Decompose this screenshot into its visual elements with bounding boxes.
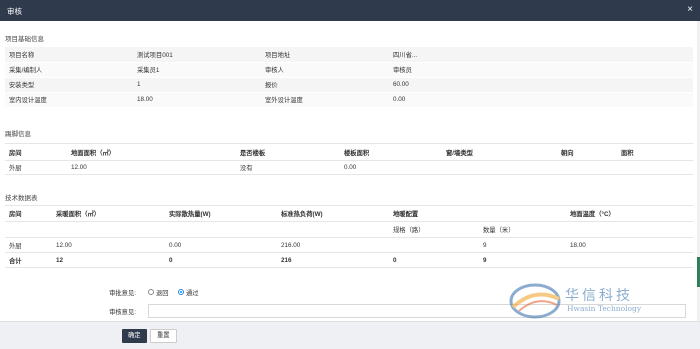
column-header: 房间 bbox=[5, 205, 52, 222]
table-cell: 0.00 bbox=[340, 160, 442, 175]
confirm-button[interactable]: 确定 bbox=[122, 329, 147, 343]
table-cell: 外厨 bbox=[5, 237, 52, 253]
field-label: 室内设计温度 bbox=[5, 92, 133, 108]
column-subheader: 数量（米） bbox=[479, 221, 566, 238]
table-cell: 没有 bbox=[236, 160, 340, 175]
field-value: 1 bbox=[133, 77, 261, 93]
review-comment-label: 审核意见: bbox=[109, 309, 136, 316]
total-cell: 9 bbox=[479, 252, 566, 268]
room-info-table: 房间 地面面积（㎡） 是否楼板 楼板面积 窗/墙类型 朝向 面积 外厨 12.00 没有 0.00 bbox=[5, 143, 693, 175]
table-header-row: 房间 地面面积（㎡） 是否楼板 楼板面积 窗/墙类型 朝向 面积 bbox=[5, 143, 693, 161]
basic-info-title: 项目基础信息 bbox=[5, 36, 44, 43]
total-cell bbox=[566, 252, 693, 268]
column-header: 朝向 bbox=[557, 143, 617, 161]
table-cell: 外厨 bbox=[5, 160, 67, 175]
column-header: 房间 bbox=[5, 143, 67, 161]
dialog-title: 审核 bbox=[7, 7, 22, 16]
field-label: 报价 bbox=[261, 77, 389, 93]
close-icon[interactable]: × bbox=[687, 4, 693, 15]
table-row: 采集/编制人 采集员1 审核人 审核员 bbox=[5, 62, 693, 78]
pass-radio[interactable] bbox=[178, 289, 184, 295]
dialog-titlebar: 审核 × bbox=[0, 0, 700, 21]
total-cell: 216 bbox=[277, 252, 389, 268]
table-cell bbox=[617, 160, 693, 175]
table-row: 安装类型 1 报价 60.00 bbox=[5, 77, 693, 93]
column-header: 地暖配置 bbox=[389, 205, 479, 222]
table-row: 外厨 12.00 0.00 216.00 9 18.00 bbox=[5, 237, 693, 253]
column-subheader bbox=[566, 221, 693, 238]
table-cell: 12.00 bbox=[52, 237, 165, 253]
column-header: 窗/墙类型 bbox=[442, 143, 557, 161]
field-value: 60.00 bbox=[389, 77, 693, 93]
field-value: 18.00 bbox=[133, 92, 261, 108]
field-value: 测试项目001 bbox=[133, 47, 261, 63]
column-header: 标准热负荷(W) bbox=[277, 205, 389, 222]
watermark-english-name: Hwasin Technology bbox=[567, 304, 642, 313]
approval-opinion-label: 审批意见: bbox=[109, 290, 136, 297]
total-cell: 0 bbox=[389, 252, 479, 268]
field-label: 采集/编制人 bbox=[5, 62, 133, 78]
column-subheader bbox=[52, 221, 165, 238]
table-cell: 9 bbox=[479, 237, 566, 253]
company-logo-icon bbox=[509, 283, 561, 319]
tech-data-table: 房间 采暖面积（㎡） 实际散热量(W) 标准热负荷(W) 地暖配置 地面温度（°C） 规格（… bbox=[5, 205, 693, 268]
table-cell: 18.00 bbox=[566, 237, 693, 253]
total-cell: 合计 bbox=[5, 252, 52, 268]
column-header: 楼板面积 bbox=[340, 143, 442, 161]
table-cell bbox=[389, 237, 479, 253]
reset-button[interactable]: 重置 bbox=[150, 329, 177, 343]
table-cell bbox=[557, 160, 617, 175]
reject-option-label[interactable]: 退回 bbox=[156, 288, 169, 297]
field-value: 审核员 bbox=[389, 62, 693, 78]
pass-option-label[interactable]: 通过 bbox=[186, 288, 199, 297]
column-subheader: 规格（路） bbox=[389, 221, 479, 238]
tech-data-title: 技术数据表 bbox=[5, 195, 38, 202]
table-row: 外厨 12.00 没有 0.00 bbox=[5, 160, 693, 175]
column-header: 地面温度（°C） bbox=[566, 205, 693, 222]
field-label: 项目名称 bbox=[5, 47, 133, 63]
column-header: 是否楼板 bbox=[236, 143, 340, 161]
column-header: 面积 bbox=[617, 143, 693, 161]
table-row: 项目名称 测试项目001 项目地址 四川省... bbox=[5, 47, 693, 63]
basic-info-table: 项目名称 测试项目001 项目地址 四川省... 采集/编制人 采集员1 审核人 审核员 安装类… bbox=[5, 47, 693, 108]
column-header bbox=[479, 205, 566, 222]
total-row: 合计 12 0 216 0 9 bbox=[5, 252, 693, 268]
column-subheader bbox=[5, 221, 52, 238]
field-label: 审核人 bbox=[261, 62, 389, 78]
room-info-title: 踢脚信息 bbox=[5, 131, 31, 138]
total-cell: 0 bbox=[165, 252, 277, 268]
column-subheader bbox=[165, 221, 277, 238]
dialog-footer: 确定 重置 bbox=[0, 321, 700, 349]
table-row: 室内设计温度 18.00 室外设计温度 0.00 bbox=[5, 92, 693, 108]
company-watermark: 华信科技 Hwasin Technology bbox=[505, 277, 665, 321]
column-subheader bbox=[277, 221, 389, 238]
table-cell bbox=[442, 160, 557, 175]
table-header-row: 房间 采暖面积（㎡） 实际散热量(W) 标准热负荷(W) 地暖配置 地面温度（°C） bbox=[5, 205, 693, 222]
table-cell: 0.00 bbox=[165, 237, 277, 253]
field-value: 0.00 bbox=[389, 92, 693, 108]
field-label: 室外设计温度 bbox=[261, 92, 389, 108]
field-value: 四川省... bbox=[389, 47, 693, 63]
table-subheader-row: 规格（路） 数量（米） bbox=[5, 221, 693, 238]
column-header: 实际散热量(W) bbox=[165, 205, 277, 222]
watermark-chinese-name: 华信科技 bbox=[565, 288, 633, 304]
field-value: 采集员1 bbox=[133, 62, 261, 78]
field-label: 安装类型 bbox=[5, 77, 133, 93]
column-header: 采暖面积（㎡） bbox=[52, 205, 165, 222]
total-cell: 12 bbox=[52, 252, 165, 268]
field-label: 项目地址 bbox=[261, 47, 389, 63]
dialog-content: 项目基础信息 项目名称 测试项目001 项目地址 四川省... 采集/编制人 采集员1 审核… bbox=[0, 21, 698, 321]
table-cell: 12.00 bbox=[67, 160, 236, 175]
column-header: 地面面积（㎡） bbox=[67, 143, 236, 161]
reject-radio[interactable] bbox=[148, 289, 154, 295]
table-cell: 216.00 bbox=[277, 237, 389, 253]
